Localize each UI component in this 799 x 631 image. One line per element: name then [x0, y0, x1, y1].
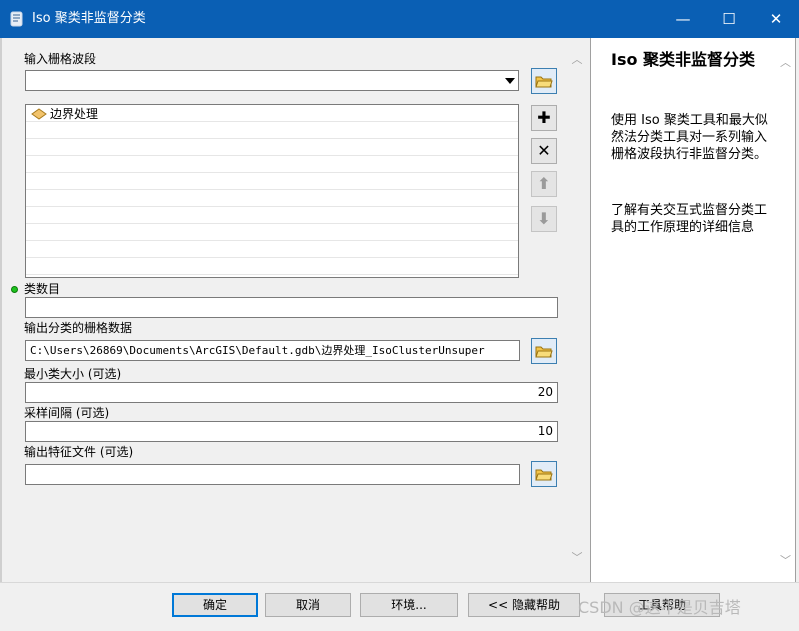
- list-row-empty: [26, 156, 518, 173]
- scroll-down-icon[interactable]: ﹀: [571, 552, 583, 564]
- add-item-button[interactable]: ✚: [531, 105, 557, 131]
- help-title: Iso 聚类非监督分类: [611, 50, 756, 69]
- parameters-pane: 输入栅格波段 边界处理 ✚ ✕ ⬆ ⬇ 类数目 输出分类的栅格数据 C:\Use: [0, 38, 589, 582]
- watermark: CSDN @这不是贝吉塔: [578, 598, 741, 617]
- output-raster-input[interactable]: C:\Users\26869\Documents\ArcGIS\Default.…: [25, 340, 520, 361]
- output-signature-label: 输出特征文件 (可选): [24, 445, 134, 459]
- input-bands-list[interactable]: 边界处理: [25, 104, 519, 278]
- list-row-empty: [26, 258, 518, 275]
- help-scrollbar[interactable]: ︿ ﹀: [776, 38, 796, 582]
- ok-button[interactable]: 确定: [172, 593, 258, 617]
- move-down-button[interactable]: ⬇: [531, 206, 557, 232]
- scroll-up-icon[interactable]: ︿: [780, 54, 791, 70]
- chevron-down-icon[interactable]: [501, 72, 517, 89]
- minimize-button[interactable]: —: [660, 0, 706, 38]
- browse-output-signature-button[interactable]: [531, 461, 557, 487]
- help-paragraph-2: 了解有关交互式监督分类工具的工作原理的详细信息: [611, 203, 768, 235]
- input-raster-bands-combo[interactable]: [25, 70, 519, 91]
- list-item[interactable]: 边界处理: [26, 105, 518, 122]
- remove-item-button[interactable]: ✕: [531, 138, 557, 164]
- list-row-empty: [26, 190, 518, 207]
- python-script-icon: [10, 11, 23, 27]
- open-folder-icon: [535, 76, 553, 88]
- cancel-button[interactable]: 取消: [265, 593, 351, 617]
- close-button[interactable]: ✕: [753, 0, 799, 38]
- help-pane: Iso 聚类非监督分类 使用 Iso 聚类工具和最大似然法分类工具对一系列输入栅…: [590, 38, 796, 582]
- sample-interval-input[interactable]: 10: [25, 421, 558, 442]
- list-row-empty: [26, 224, 518, 241]
- help-paragraph-1: 使用 Iso 聚类工具和最大似然法分类工具对一系列输入栅格波段执行非监督分类。: [611, 113, 768, 162]
- list-row-empty: [26, 241, 518, 258]
- browse-output-raster-button[interactable]: [531, 338, 557, 364]
- class-count-input[interactable]: [25, 297, 558, 318]
- min-class-size-label: 最小类大小 (可选): [24, 367, 122, 381]
- output-raster-label: 输出分类的栅格数据: [24, 321, 133, 335]
- min-class-size-input[interactable]: 20: [25, 382, 558, 403]
- open-folder-icon: [535, 469, 553, 481]
- sample-interval-label: 采样间隔 (可选): [24, 406, 110, 420]
- list-item-label: 边界处理: [50, 107, 99, 121]
- scroll-up-icon[interactable]: ︿: [571, 54, 583, 66]
- input-raster-bands-label: 输入栅格波段: [24, 52, 97, 66]
- environments-button[interactable]: 环境...: [360, 593, 458, 617]
- list-row-empty: [26, 173, 518, 190]
- open-folder-icon: [535, 346, 553, 358]
- list-row-empty: [26, 122, 518, 139]
- scroll-down-icon[interactable]: ﹀: [780, 552, 791, 568]
- hide-help-button[interactable]: << 隐藏帮助: [468, 593, 580, 617]
- move-up-button[interactable]: ⬆: [531, 171, 557, 197]
- raster-layer-icon: [31, 108, 47, 120]
- list-row-empty: [26, 139, 518, 156]
- window-title: Iso 聚类非监督分类: [32, 11, 146, 26]
- required-indicator-icon: [11, 286, 18, 293]
- maximize-button[interactable]: ☐: [706, 0, 752, 38]
- parameters-scrollbar[interactable]: ︿ ﹀: [567, 38, 587, 582]
- output-signature-input[interactable]: [25, 464, 520, 485]
- browse-input-bands-button[interactable]: [531, 68, 557, 94]
- class-count-label: 类数目: [24, 282, 61, 296]
- list-row-empty: [26, 207, 518, 224]
- title-bar[interactable]: Iso 聚类非监督分类 — ☐ ✕: [0, 0, 799, 38]
